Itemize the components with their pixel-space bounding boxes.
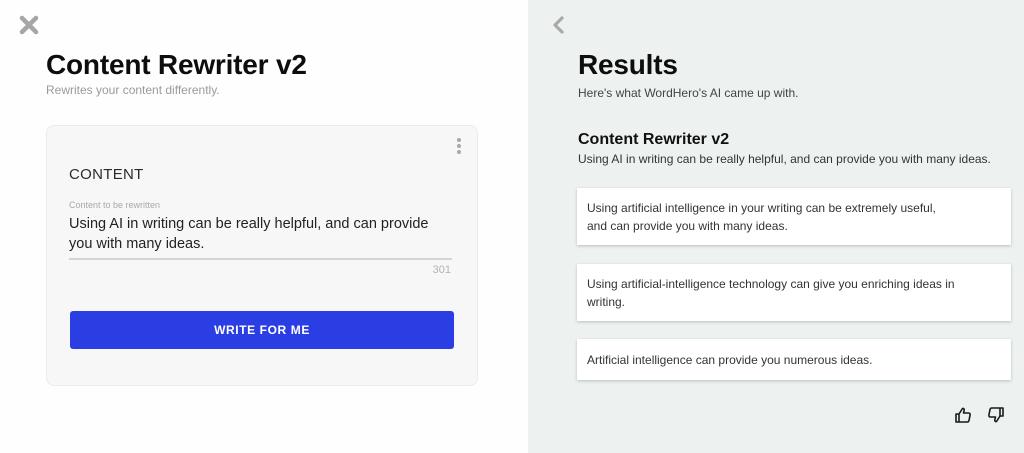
write-for-me-button[interactable]: WRITE FOR ME <box>70 311 454 349</box>
results-title: Results <box>578 49 678 80</box>
thumbs-down-icon[interactable] <box>987 406 1005 424</box>
result-text: Using artificial intelligence in your wr… <box>587 200 936 233</box>
content-input[interactable]: Using AI in writing can be really helpfu… <box>69 214 449 258</box>
result-card[interactable]: Artificial intelligence can provide you … <box>577 339 1011 380</box>
chevron-left-icon[interactable] <box>549 15 569 35</box>
page-title: Content Rewriter v2 <box>46 49 307 80</box>
result-text: Artificial intelligence can provide you … <box>587 352 873 367</box>
character-count: 301 <box>432 264 451 276</box>
result-card[interactable]: Using artificial intelligence in your wr… <box>577 188 1011 245</box>
result-text: Using artificial-intelligence technology… <box>587 276 955 309</box>
result-heading: Content Rewriter v2 <box>578 131 730 148</box>
page-subtitle: Rewrites your content differently. <box>46 83 220 97</box>
input-underline <box>69 258 452 260</box>
content-form-card: CONTENT Content to be rewritten Using AI… <box>46 125 478 386</box>
kebab-menu-icon[interactable] <box>455 138 463 156</box>
field-label: Content to be rewritten <box>69 200 161 210</box>
section-label: CONTENT <box>69 166 144 183</box>
result-card[interactable]: Using artificial-intelligence technology… <box>577 264 1011 321</box>
result-prompt: Using AI in writing can be really helpfu… <box>578 152 991 166</box>
close-icon[interactable] <box>18 14 40 36</box>
thumbs-up-icon[interactable] <box>954 406 972 424</box>
results-subtitle: Here's what WordHero's AI came up with. <box>578 86 799 100</box>
